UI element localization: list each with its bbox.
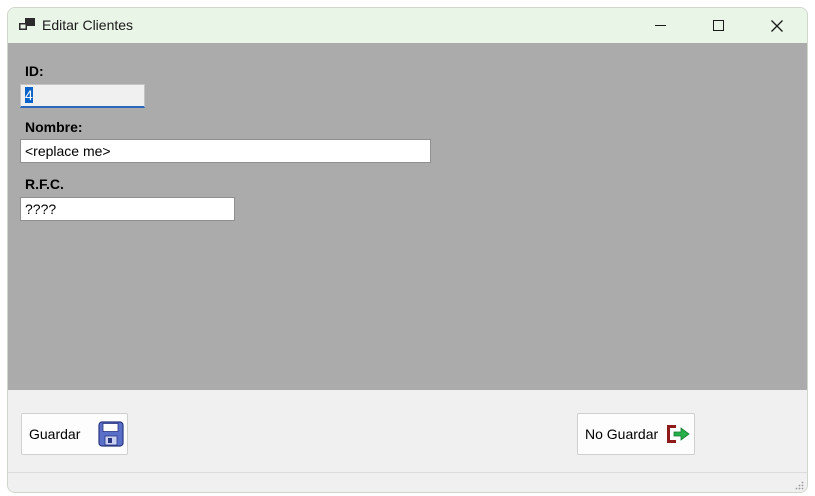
maximize-button[interactable]: [689, 8, 747, 43]
rfc-label: R.F.C.: [25, 176, 64, 192]
minimize-button[interactable]: [631, 8, 689, 43]
resize-grip-icon[interactable]: [794, 480, 804, 490]
close-icon: [771, 19, 783, 32]
exit-door-icon: [667, 425, 690, 443]
close-button[interactable]: [748, 8, 806, 43]
rfc-field[interactable]: ????: [20, 197, 235, 221]
button-bar: Guardar No Guardar: [8, 390, 807, 492]
guardar-label: Guardar: [29, 426, 81, 442]
maximize-icon: [712, 20, 724, 31]
status-divider: [8, 472, 807, 473]
form-area: ID: 4 Nombre: <replace me> R.F.C. ????: [8, 43, 807, 390]
no-guardar-label: No Guardar: [585, 426, 659, 442]
window-title: Editar Clientes: [42, 17, 134, 33]
id-value: 4: [25, 87, 33, 103]
minimize-icon: [654, 25, 666, 26]
guardar-button[interactable]: Guardar: [21, 413, 128, 455]
editar-clientes-window: Editar Clientes ID: 4 Nombre: <replace m…: [8, 8, 807, 492]
nombre-label: Nombre:: [25, 119, 83, 135]
nombre-field[interactable]: <replace me>: [20, 139, 431, 163]
floppy-disk-icon: [98, 421, 124, 447]
app-window-icon: [19, 18, 35, 30]
title-bar[interactable]: Editar Clientes: [8, 8, 807, 43]
id-field[interactable]: 4: [20, 84, 145, 108]
no-guardar-button[interactable]: No Guardar: [577, 413, 695, 455]
id-label: ID:: [25, 63, 44, 79]
